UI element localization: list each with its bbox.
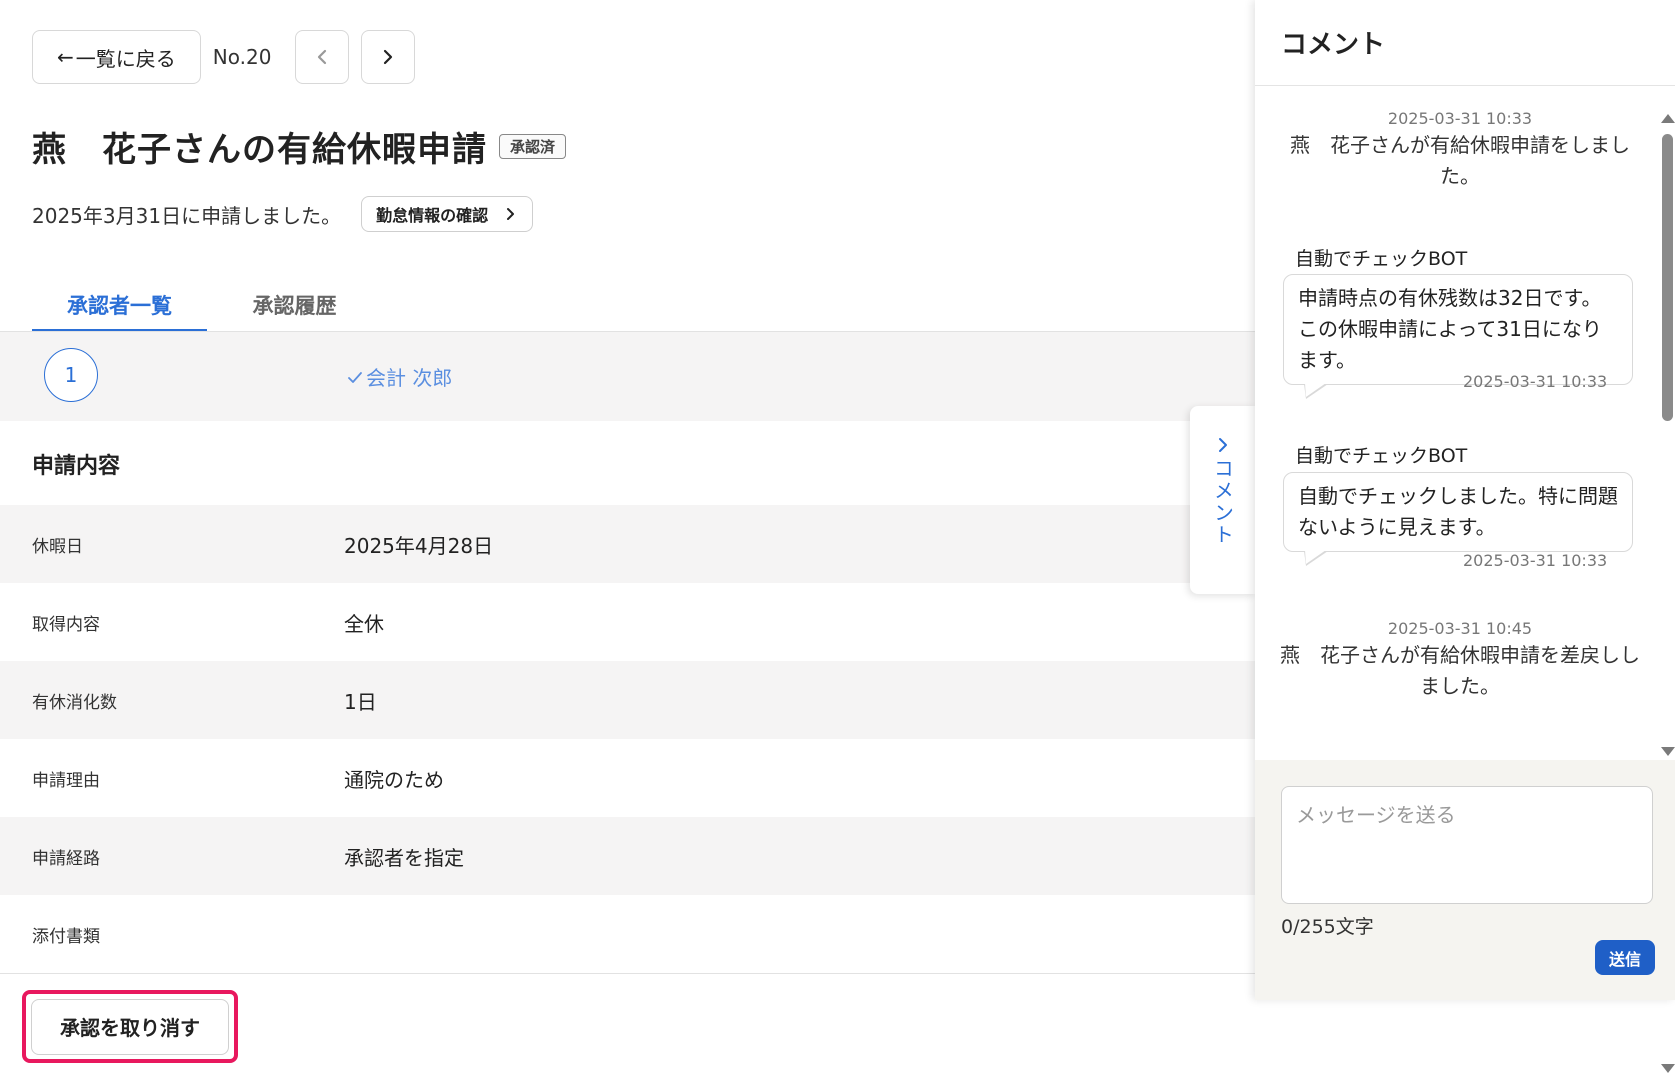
scroll-down-arrow[interactable]	[1661, 747, 1675, 756]
comment-text: 自動でチェックしました。特に問題ないように見えます。	[1298, 484, 1618, 539]
comment-timestamp: 2025-03-31 10:33	[1463, 372, 1608, 391]
comment-bubble: 自動でチェックしました。特に問題ないように見えます。	[1283, 472, 1633, 566]
detail-value: 2025年4月28日	[344, 533, 494, 558]
detail-row: 申請理由 通院のため	[0, 739, 1255, 817]
detail-value: 承認者を指定	[344, 845, 464, 870]
approver-name: 会計 次郎	[366, 366, 453, 390]
message-timestamp: 2025-03-31 10:45	[1387, 619, 1533, 638]
system-message: 2025-03-31 10:45 燕 花子さんが有給休暇申請を差戻ししました。	[1275, 618, 1645, 702]
detail-row: 有休消化数 1日	[0, 661, 1255, 739]
status-badge: 承認済	[499, 134, 567, 159]
cancel-approval-button[interactable]: 承認を取り消す	[31, 998, 229, 1055]
tab-approval-history[interactable]: 承認履歴	[207, 286, 382, 332]
chevron-left-icon	[317, 49, 326, 65]
detail-label: 休暇日	[32, 536, 83, 557]
message-text: 燕 花子さんが有給休暇申請をしました。	[1290, 133, 1630, 188]
approver-row: 1 会計 次郎	[0, 332, 1255, 421]
main-content: ← 一覧に戻る No.20 燕 花子さんの有給休暇申請 承認済 2025年3月3…	[0, 0, 1256, 1080]
next-record-button[interactable]	[360, 30, 415, 84]
detail-value: 1日	[344, 689, 377, 714]
attendance-info-button[interactable]: 勤怠情報の確認	[361, 196, 534, 232]
detail-value: 全休	[344, 611, 384, 636]
table-divider	[0, 973, 1255, 974]
detail-label: 有休消化数	[32, 692, 117, 713]
approval-step-number: 1	[44, 348, 98, 402]
top-navigation: ← 一覧に戻る No.20	[32, 30, 415, 84]
comment-thread[interactable]: 2025-03-31 10:33 燕 花子さんが有給休暇申請をしました。 自動で…	[1255, 86, 1675, 760]
page-scroll-down-arrow[interactable]	[1661, 1064, 1675, 1073]
back-to-list-button[interactable]: ← 一覧に戻る	[32, 30, 201, 84]
comment-toggle-label: コメント	[1210, 458, 1235, 546]
arrow-left-icon: ←	[57, 45, 74, 69]
message-input[interactable]	[1281, 786, 1653, 904]
applied-date-text: 2025年3月31日に申請しました。	[32, 203, 342, 228]
detail-row: 取得内容 全休	[0, 583, 1255, 661]
message-text: 燕 花子さんが有給休暇申請を差戻ししました。	[1280, 643, 1640, 698]
record-number: No.20	[212, 45, 272, 69]
comment-timestamp: 2025-03-31 10:33	[1463, 551, 1608, 570]
approver-entry: 会計 次郎	[346, 362, 452, 391]
attendance-info-label: 勤怠情報の確認	[376, 206, 489, 225]
chevron-right-icon	[507, 208, 515, 220]
back-to-list-label: 一覧に戻る	[75, 46, 176, 71]
detail-label: 申請理由	[32, 770, 100, 791]
comment-panel-toggle[interactable]: コメント	[1190, 406, 1256, 594]
system-message: 2025-03-31 10:33 燕 花子さんが有給休暇申請をしました。	[1275, 108, 1645, 192]
character-count: 0/255文字	[1281, 916, 1374, 938]
comment-bubble: 申請時点の有休残数は32日です。この休暇申請によって31日になります。	[1283, 274, 1633, 399]
comment-scrollbar-thumb[interactable]	[1662, 134, 1673, 421]
detail-label: 取得内容	[32, 614, 100, 635]
chevron-right-icon	[1219, 438, 1227, 452]
send-button[interactable]: 送信	[1595, 940, 1655, 975]
detail-row: 添付書類	[0, 895, 1255, 973]
comment-author: 自動でチェックBOT	[1295, 248, 1468, 270]
tab-approver-list[interactable]: 承認者一覧	[32, 286, 207, 332]
comment-text: 申請時点の有休残数は32日です。この休暇申請によって31日になります。	[1298, 286, 1602, 372]
highlight-frame: 承認を取り消す	[22, 990, 238, 1063]
comment-author: 自動でチェックBOT	[1295, 445, 1468, 467]
check-icon	[348, 371, 362, 383]
section-title: 申請内容	[32, 454, 121, 479]
title-row: 燕 花子さんの有給休暇申請 承認済	[32, 122, 567, 171]
comment-composer: 0/255文字 送信	[1255, 760, 1675, 1000]
previous-record-button[interactable]	[294, 30, 349, 84]
chevron-right-icon	[383, 49, 392, 65]
detail-label: 添付書類	[32, 926, 100, 947]
tab-bar: 承認者一覧 承認履歴	[32, 286, 382, 332]
subtitle-row: 2025年3月31日に申請しました。 勤怠情報の確認	[32, 196, 534, 232]
detail-row: 休暇日 2025年4月28日	[0, 505, 1255, 583]
detail-row: 申請経路 承認者を指定	[0, 817, 1255, 895]
scroll-up-arrow[interactable]	[1661, 114, 1675, 123]
page-title: 燕 花子さんの有給休暇申請	[32, 130, 487, 170]
detail-label: 申請経路	[32, 848, 100, 869]
message-timestamp: 2025-03-31 10:33	[1387, 109, 1533, 128]
detail-value: 通院のため	[344, 767, 444, 792]
detail-table: 休暇日 2025年4月28日 取得内容 全休 有休消化数 1日 申請理由 通院の…	[0, 505, 1255, 973]
comment-panel-title: コメント	[1255, 0, 1675, 86]
